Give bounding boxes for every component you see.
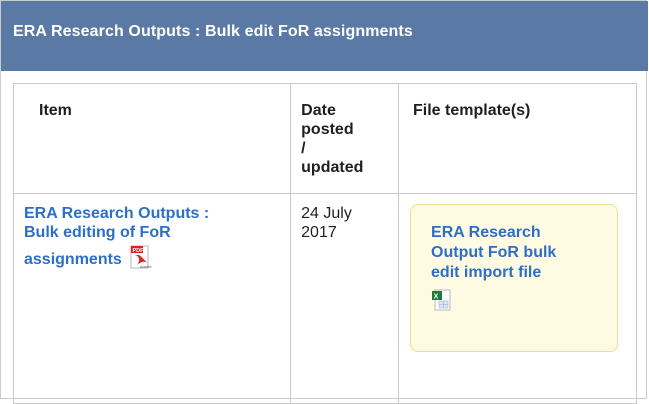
template-cell: ERA Research Output FoR bulk edit import…	[398, 193, 637, 404]
svg-text:Adobe: Adobe	[140, 264, 152, 269]
item-link-line[interactable]: ERA Research Outputs :	[24, 205, 209, 222]
column-header-date: Date posted / updated	[290, 83, 400, 194]
date-line: 2017	[301, 224, 337, 241]
column-header-item: Item	[12, 83, 292, 194]
column-header-templates: File template(s)	[398, 83, 637, 194]
panel-title: ERA Research Outputs : Bulk edit FoR ass…	[1, 1, 648, 71]
svg-text:PDF: PDF	[133, 248, 145, 254]
table-header-row: Item Date posted / updated File template…	[12, 83, 637, 194]
table-row: ERA Research Outputs : Bulk editing of F…	[12, 193, 637, 404]
file-table: Item Date posted / updated File template…	[12, 83, 637, 404]
svg-text:X: X	[434, 294, 439, 301]
item-link[interactable]: ERA Research Outputs : Bulk editing of F…	[24, 205, 209, 268]
item-cell: ERA Research Outputs : Bulk editing of F…	[12, 193, 292, 404]
template-link-line[interactable]: Output FoR bulk	[431, 244, 556, 261]
date-header-line: Date	[301, 102, 336, 119]
template-link[interactable]: ERA Research Output FoR bulk edit import…	[431, 224, 556, 281]
item-link-line[interactable]: Bulk editing of FoR	[24, 224, 171, 241]
date-cell: 24 July 2017	[290, 193, 400, 404]
date-header-line: /	[301, 140, 306, 157]
item-link-line[interactable]: assignments	[24, 250, 122, 269]
date-line: 24 July	[301, 205, 352, 222]
pdf-icon[interactable]: PDF Adobe	[130, 244, 153, 275]
date-header-line: updated	[301, 159, 364, 176]
template-link-line[interactable]: ERA Research	[431, 224, 541, 241]
excel-icon[interactable]: X	[431, 287, 605, 319]
date-header-line: posted	[301, 121, 354, 138]
template-card[interactable]: ERA Research Output FoR bulk edit import…	[410, 204, 619, 352]
panel: ERA Research Outputs : Bulk edit FoR ass…	[0, 0, 648, 404]
template-link-line[interactable]: edit import file	[431, 264, 541, 281]
